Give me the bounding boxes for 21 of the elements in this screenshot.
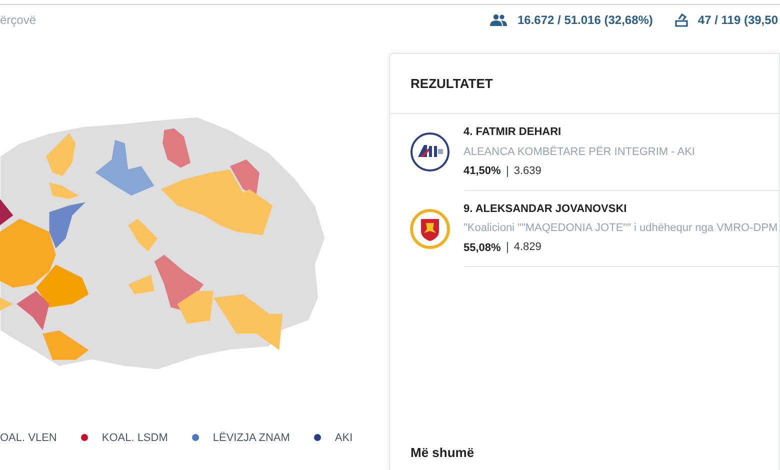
vote-count: 3.639 (506, 166, 542, 177)
vote-percent: 41,50% (464, 164, 502, 179)
party-name: "Koalicioni ""MAQEDONIA JOTE"" i udhëhequr nga VMRO-DPM (464, 221, 779, 236)
party-logo-icon (410, 208, 450, 249)
location-label: ërçovë (0, 12, 36, 29)
vote-percent: 55,08% (464, 240, 502, 256)
candidate-name: 9. ALEKSANDAR JOVANOVSKI (464, 202, 628, 216)
stat-value: 47 / 119 (39,50 (698, 12, 778, 29)
party-logo-icon (410, 132, 450, 172)
ballot-box-icon (674, 13, 688, 27)
legend-label: LËVIZJA ZNAM (212, 430, 290, 446)
stat-value: 16.672 / 51.016 (32,68%) (517, 12, 653, 29)
legend-label: KOAL. LSDM (102, 430, 168, 446)
vote-count: 4.829 (506, 242, 542, 254)
results-title: REZULTATET (410, 74, 493, 93)
more-link[interactable]: Më shumë (410, 442, 779, 462)
legend-label: OAL. VLEN (0, 430, 57, 446)
legend-label: AKI (334, 430, 353, 446)
party-name: ALEANCA KOMBËTARE PËR INTEGRIM - AKI (464, 144, 696, 160)
candidate-name: 4. FATMIR DEHARI (464, 125, 562, 140)
people-icon (490, 14, 508, 26)
